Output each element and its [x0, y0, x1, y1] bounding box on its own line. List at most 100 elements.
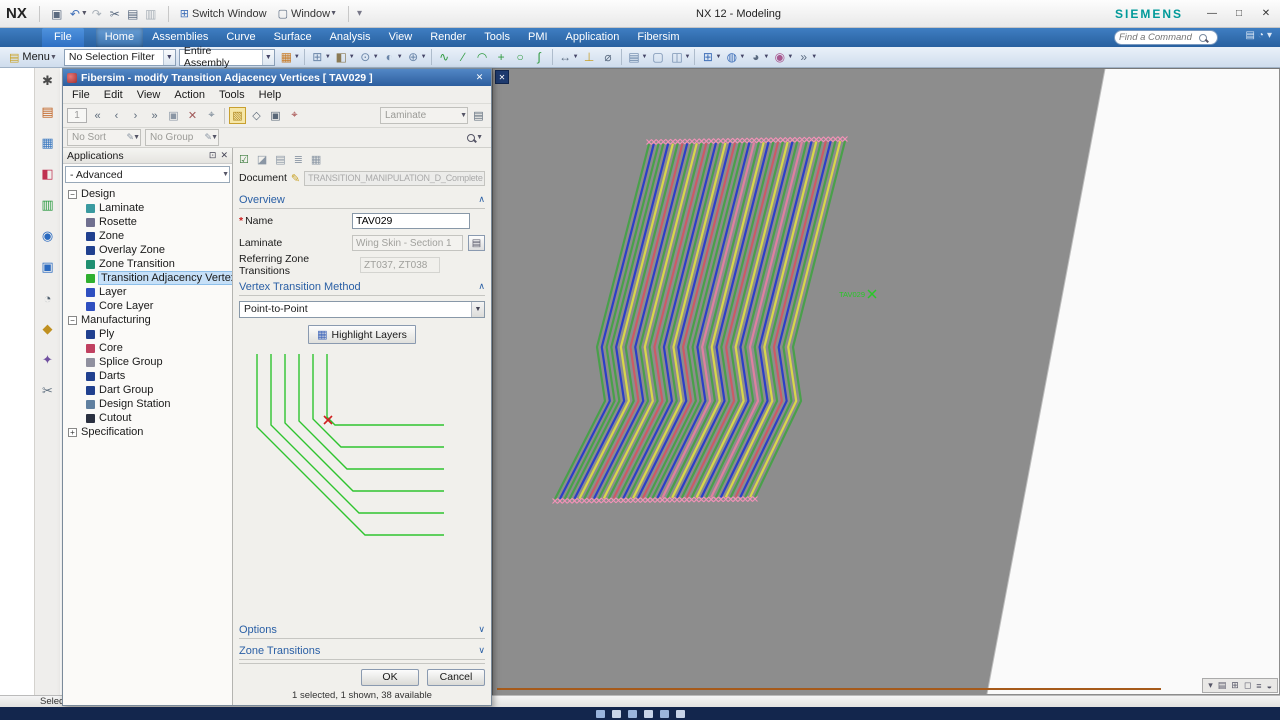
process-studio-icon[interactable]: ◆ — [39, 320, 57, 338]
last-record-icon[interactable]: » — [146, 107, 163, 124]
history-icon[interactable]: ◔ — [39, 289, 57, 307]
dialog-title-bar[interactable]: Fibersim - modify Transition Adjacency V… — [63, 69, 491, 86]
name-input[interactable] — [352, 213, 470, 229]
tree-item-zone[interactable]: Zone — [63, 229, 232, 243]
taskbar-app-icon-0[interactable] — [595, 709, 605, 718]
tree-item-zone-transition[interactable]: Zone Transition — [63, 257, 232, 271]
tree-expander-icon[interactable]: − — [68, 189, 77, 199]
chevron-down-icon[interactable]: ▼ — [397, 54, 403, 60]
chevron-down-icon[interactable]: ▼ — [325, 54, 331, 60]
paste-icon[interactable]: ▥ — [142, 5, 160, 23]
view-orient-icon[interactable]: ◍ — [723, 49, 740, 66]
undock-panel-icon[interactable]: ⊡ — [209, 150, 217, 161]
tree-item-cutout[interactable]: Cutout — [63, 411, 232, 425]
solid-view-icon[interactable]: ▧ — [229, 107, 246, 124]
sort-dropdown[interactable]: No Sort ✎ ▼ — [67, 129, 141, 146]
laminate-browse-button[interactable]: ▤ — [468, 235, 485, 251]
tree-item-ply[interactable]: Ply — [63, 327, 232, 341]
minimize-button[interactable]: — — [1204, 6, 1220, 22]
options-section-header[interactable]: Options ∨ — [239, 621, 485, 639]
part-navigator-icon[interactable]: ◧ — [39, 165, 57, 183]
measure-icon[interactable]: ⌀ — [600, 49, 617, 66]
shell-icon[interactable]: ▢ — [650, 49, 667, 66]
edit-pencil-icon[interactable]: ✎ — [291, 172, 300, 185]
cancel-button[interactable]: Cancel — [427, 669, 485, 686]
chevron-down-icon[interactable]: ▼ — [294, 54, 300, 60]
mini-tray-icon-0[interactable]: ▾ — [1208, 680, 1213, 691]
tab-surface[interactable]: Surface — [265, 28, 321, 47]
canvas-close-tab[interactable]: ✕ — [495, 70, 509, 84]
mini-tray-icon-3[interactable]: ◻ — [1244, 680, 1251, 691]
datum-csys-icon[interactable]: ⊥ — [581, 49, 598, 66]
hd3d-tools-icon[interactable]: ◉ — [39, 227, 57, 245]
tree-item-rosette[interactable]: Rosette — [63, 215, 232, 229]
tree-item-overlay-zone[interactable]: Overlay Zone — [63, 243, 232, 257]
overview-section-header[interactable]: Overview ∧ — [239, 191, 485, 209]
arc-icon[interactable]: ◠ — [474, 49, 491, 66]
assembly-navigator-icon[interactable]: ▤ — [39, 103, 57, 121]
tab-file[interactable]: File — [42, 28, 84, 47]
highlight-layers-button[interactable]: ▦ Highlight Layers — [308, 325, 416, 344]
select-all-checkbox-icon[interactable]: ☑ — [239, 153, 249, 166]
note-icon[interactable]: ▤ — [275, 153, 285, 166]
chevron-down-icon[interactable]: ▼ — [81, 10, 88, 17]
pin-record-icon[interactable]: ⌖ — [203, 107, 220, 124]
taskbar-app-icon-3[interactable] — [643, 709, 653, 718]
chevron-down-icon[interactable]: ▼ — [739, 54, 745, 60]
form-view-icon[interactable]: ▤ — [470, 107, 487, 124]
chevron-down-icon[interactable]: ▼ — [787, 54, 793, 60]
tab-fibersim[interactable]: Fibersim — [628, 28, 688, 47]
dialog-menu-tools[interactable]: Tools — [212, 89, 252, 101]
close-button[interactable]: ✕ — [1258, 6, 1274, 22]
delete-record-icon[interactable]: ✕ — [184, 107, 201, 124]
tab-pmi[interactable]: PMI — [519, 28, 557, 47]
list-view-icon[interactable]: ≣ — [294, 153, 303, 166]
tree-item-darts[interactable]: Darts — [63, 369, 232, 383]
profile-icon[interactable]: ∿ — [436, 49, 453, 66]
dialog-menu-action[interactable]: Action — [167, 89, 212, 101]
search-icon[interactable] — [467, 133, 476, 142]
tree-item-dart-group[interactable]: Dart Group — [63, 383, 232, 397]
taskbar-app-icon-4[interactable] — [659, 709, 669, 718]
copy-record-icon[interactable]: ▣ — [165, 107, 182, 124]
extrude-icon[interactable]: ◧ — [333, 49, 350, 66]
os-taskbar[interactable] — [0, 707, 1280, 720]
taskbar-app-icon-2[interactable] — [627, 709, 637, 718]
tree-item-design-station[interactable]: Design Station — [63, 397, 232, 411]
tag-icon[interactable]: ⌖ — [286, 107, 303, 124]
tree-group-manufacturing[interactable]: − Manufacturing — [63, 313, 232, 327]
pattern-feature-icon[interactable]: ▤ — [626, 49, 643, 66]
tab-analysis[interactable]: Analysis — [321, 28, 380, 47]
window-layout-icon[interactable]: ⊞ — [699, 49, 716, 66]
tree-group-design[interactable]: − Design — [63, 187, 232, 201]
window-menu-button[interactable]: ▢ Window ▼ — [275, 7, 340, 21]
chevron-down-icon[interactable]: ▼ — [642, 54, 648, 60]
mini-tray-icon-5[interactable]: ◒ — [1267, 681, 1272, 691]
taskbar-app-icon-5[interactable] — [675, 709, 685, 718]
edge-blend-icon[interactable]: ◐ — [381, 49, 398, 66]
laminate-filter-dropdown[interactable]: Laminate ▼ — [380, 107, 468, 124]
chevron-down-icon[interactable]: ▼ — [573, 54, 579, 60]
trim-body-icon[interactable]: ◫ — [669, 49, 686, 66]
dialog-menu-file[interactable]: File — [65, 89, 97, 101]
find-command-input[interactable] — [1119, 32, 1199, 43]
tree-item-transition-adjacency-vertex[interactable]: Transition Adjacency Vertex — [63, 271, 232, 285]
mini-tray-icon-2[interactable]: ⊞ — [1231, 680, 1239, 691]
mini-tray-icon-4[interactable]: ≡ — [1256, 681, 1261, 691]
wizards-icon[interactable]: ✦ — [39, 351, 57, 369]
reuse-library-icon[interactable]: ▥ — [39, 196, 57, 214]
line-icon[interactable]: ∕ — [455, 49, 472, 66]
highlight-icon[interactable]: ◪ — [257, 153, 267, 166]
more-tools-icon[interactable]: » — [795, 49, 812, 66]
chevron-down-icon[interactable]: ▼ — [685, 54, 691, 60]
chevron-down-icon[interactable]: ▼ — [349, 54, 355, 60]
dialog-menu-edit[interactable]: Edit — [97, 89, 130, 101]
constraint-navigator-icon[interactable]: ▦ — [39, 134, 57, 152]
render-style-icon[interactable]: ◕ — [747, 49, 764, 66]
tree-expander-icon[interactable]: − — [68, 315, 77, 325]
minimize-ribbon-icon[interactable]: ▾ — [1267, 30, 1272, 41]
tab-tools[interactable]: Tools — [475, 28, 519, 47]
chevron-down-icon[interactable]: ▼ — [715, 54, 721, 60]
prev-record-icon[interactable]: ‹ — [108, 107, 125, 124]
roles-gear-icon[interactable]: ✱ — [39, 72, 57, 90]
